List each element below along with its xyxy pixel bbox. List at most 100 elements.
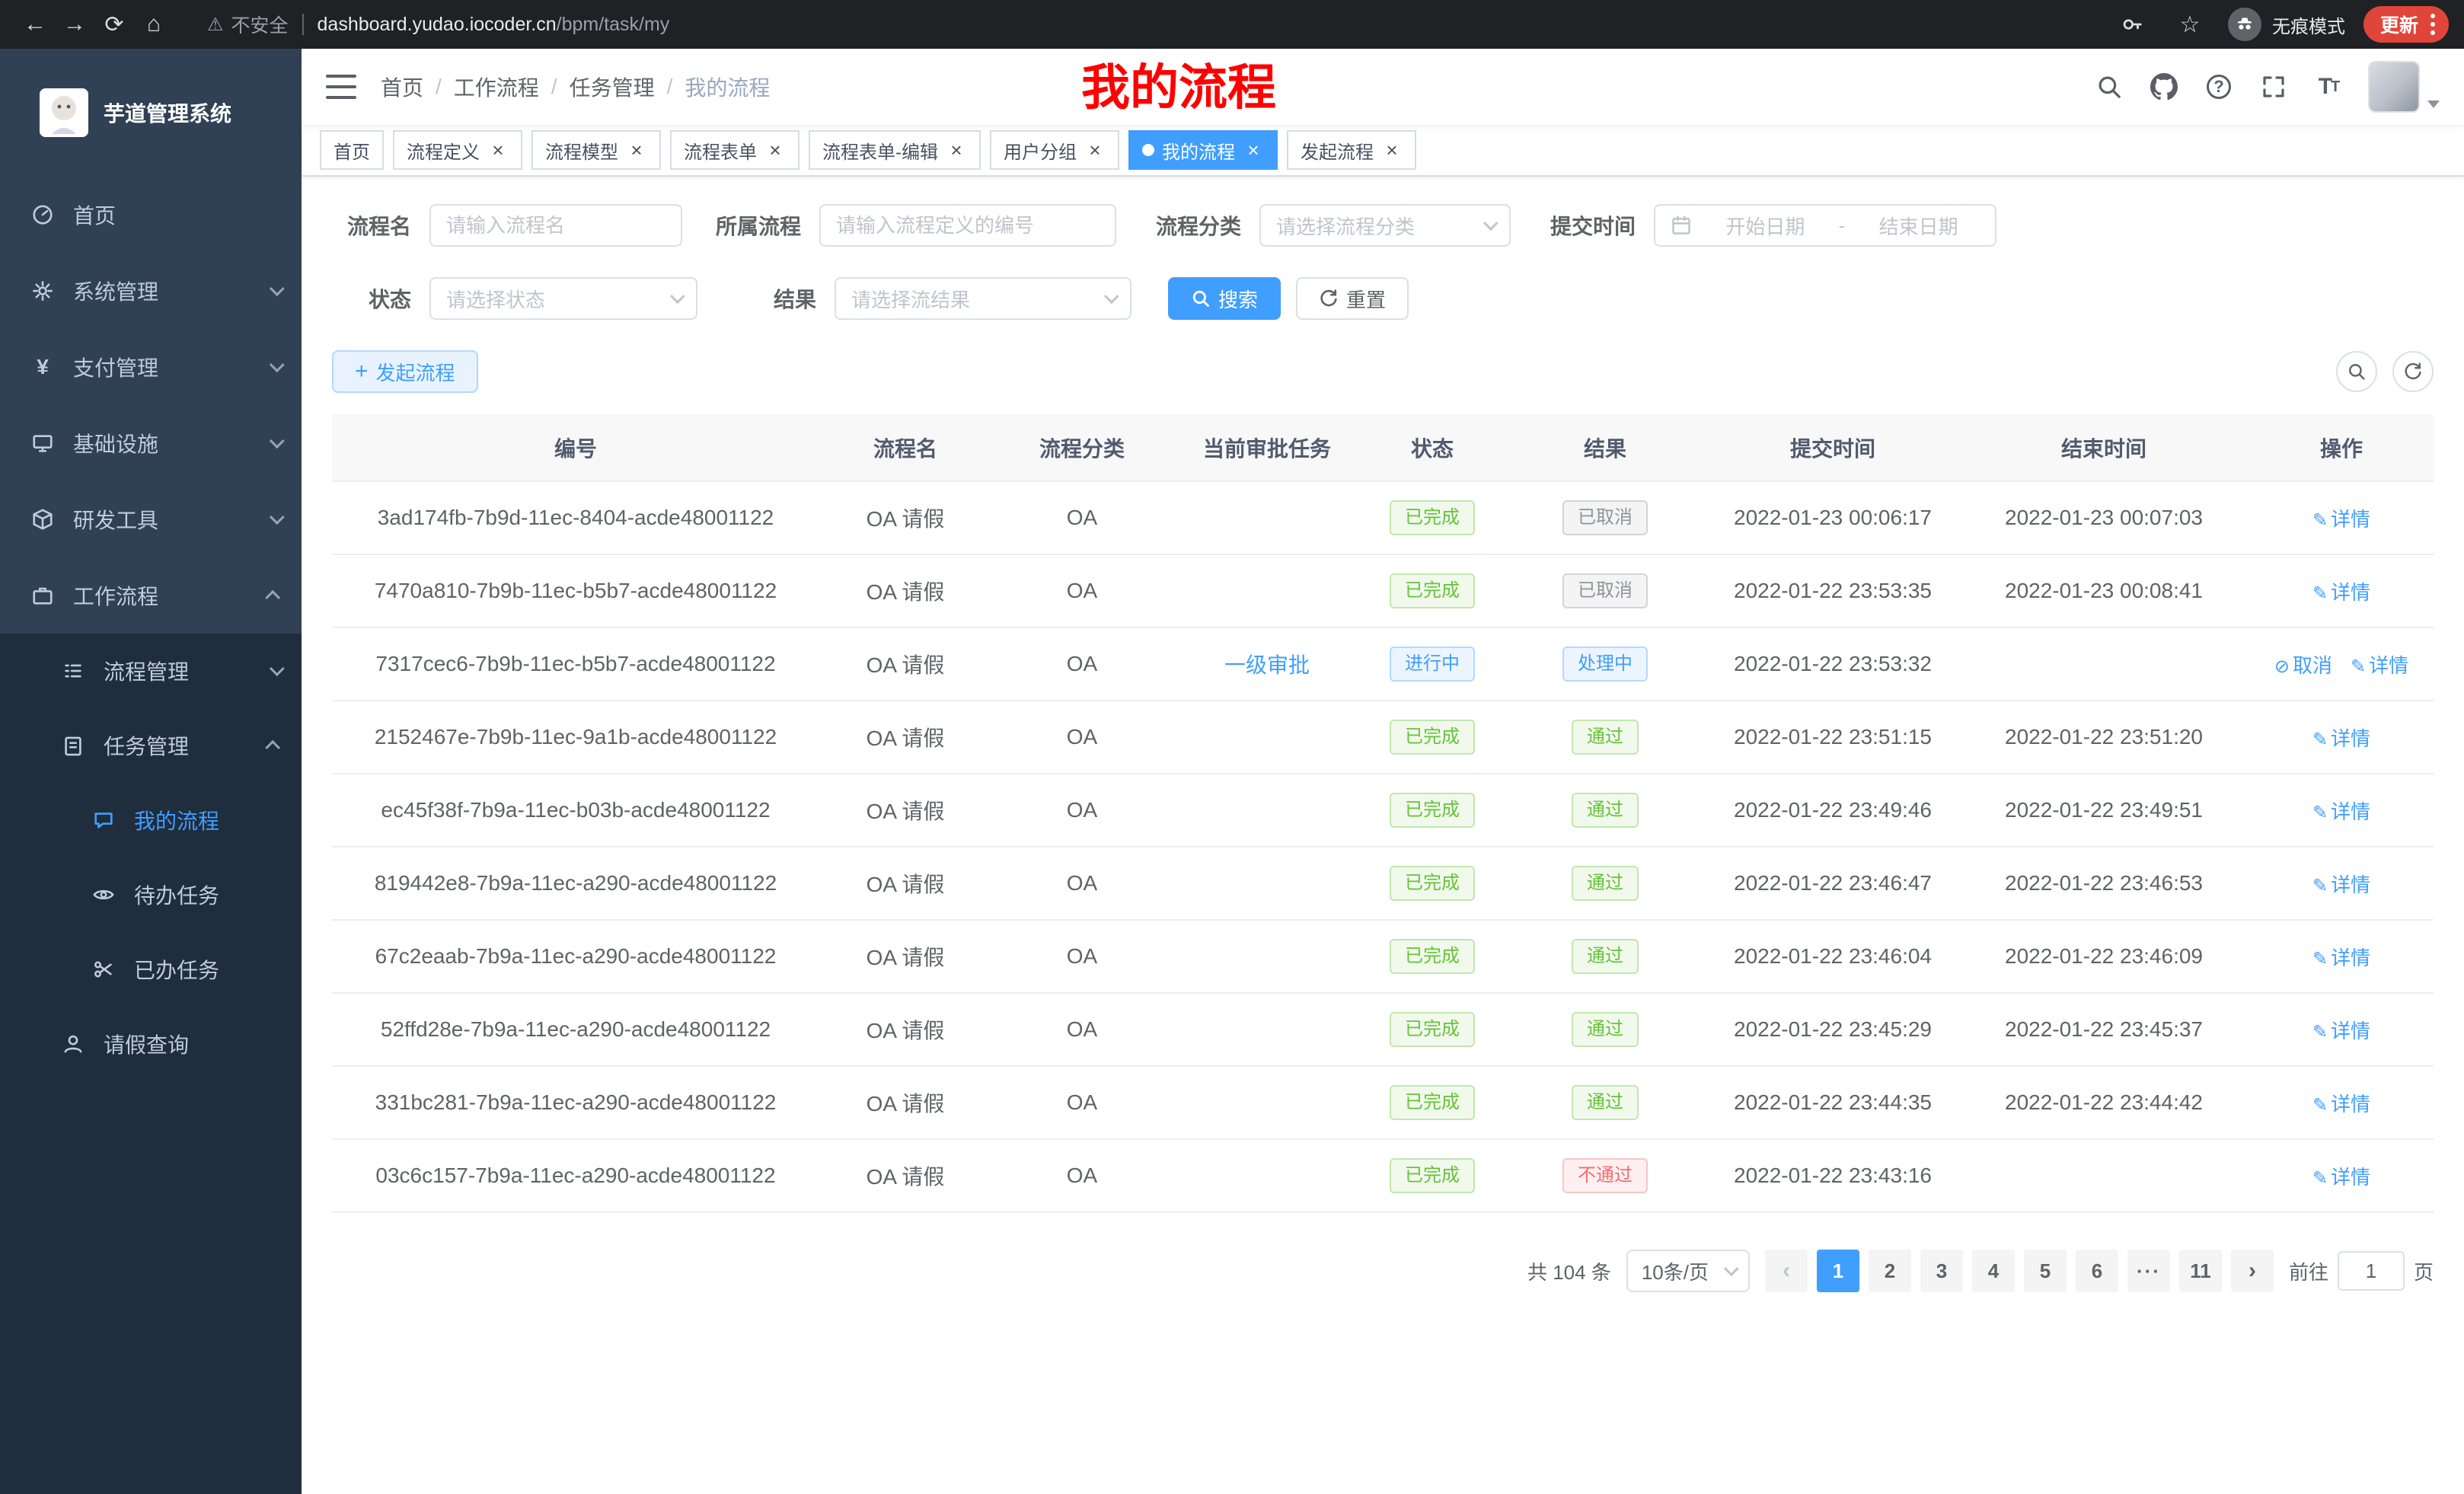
back-icon[interactable]: ← (15, 5, 55, 44)
process-category: OA (991, 554, 1173, 627)
fullscreen-icon[interactable] (2258, 72, 2289, 102)
hamburger-icon[interactable] (326, 75, 356, 99)
key-icon[interactable] (2112, 5, 2152, 44)
chevron-down-icon (2427, 101, 2440, 108)
view-tab[interactable]: 流程表单-编辑× (809, 130, 981, 170)
action-detail-link[interactable]: ✎详情 (2312, 1166, 2370, 1189)
process-name-input[interactable] (429, 204, 682, 247)
current-task-link[interactable]: 一级审批 (1224, 653, 1310, 677)
app-logo[interactable]: 芋道管理系统 (0, 49, 302, 177)
view-tab[interactable]: 流程模型 × (531, 130, 661, 170)
sidebar-item[interactable]: 我的流程 (0, 783, 302, 857)
close-icon[interactable]: × (626, 139, 647, 161)
view-tab[interactable]: 流程定义× (393, 130, 522, 170)
sidebar-item[interactable]: 基础设施 (0, 405, 302, 481)
prev-page-button[interactable]: ‹ (1765, 1250, 1808, 1292)
page-button[interactable]: 4 (1972, 1250, 2015, 1292)
status-select[interactable]: 请选择状态 (429, 277, 697, 320)
page-button[interactable]: 5 (2024, 1250, 2067, 1292)
close-icon[interactable]: × (1084, 139, 1106, 161)
sidebar-item[interactable]: 工作流程 (0, 557, 302, 634)
action-detail-link[interactable]: ✎详情 (2312, 800, 2370, 823)
search-button[interactable]: 搜索 (1168, 277, 1281, 320)
breadcrumb-item[interactable]: 首页 (381, 72, 423, 102)
page-size-select[interactable]: 10条/页 (1626, 1250, 1750, 1292)
help-icon[interactable]: ? (2204, 72, 2234, 102)
close-icon[interactable]: × (946, 139, 967, 161)
close-icon[interactable]: × (1381, 139, 1403, 161)
page-button[interactable]: 1 (1817, 1250, 1859, 1292)
sidebar-item-label: 任务管理 (104, 730, 189, 761)
status: 已完成 (1361, 774, 1503, 847)
pagination: 共 104 条 10条/页 ‹123456···11› 前往 页 (332, 1250, 2434, 1292)
action-detail-link[interactable]: ✎详情 (2312, 1093, 2370, 1116)
action-detail-link[interactable]: ✎详情 (2312, 508, 2370, 531)
view-tab[interactable]: 发起流程× (1287, 130, 1416, 170)
forward-icon[interactable]: → (55, 5, 94, 44)
close-icon[interactable]: × (1243, 139, 1264, 161)
goto-page-input[interactable] (2338, 1251, 2405, 1291)
column-header: 编号 (332, 414, 819, 481)
toggle-search-button[interactable] (2336, 351, 2377, 392)
goto-unit: 页 (2414, 1257, 2434, 1285)
process-def-input[interactable] (819, 204, 1116, 247)
update-button[interactable]: 更新 (2363, 6, 2449, 43)
sidebar-item[interactable]: 首页 (0, 177, 302, 253)
page-button[interactable]: 3 (1920, 1250, 1963, 1292)
home-icon[interactable]: ⌂ (134, 5, 174, 44)
action-detail-link[interactable]: ✎详情 (2312, 947, 2370, 969)
next-page-button[interactable]: › (2231, 1250, 2274, 1292)
process-name: OA 请假 (819, 554, 991, 627)
submit-time-range-picker[interactable]: 开始日期 - 结束日期 (1654, 204, 1996, 247)
sidebar-item[interactable]: 请假查询 (0, 1007, 302, 1081)
close-icon[interactable]: × (487, 139, 509, 161)
process-category: OA (991, 1066, 1173, 1139)
submit-time: 2022-01-22 23:53:32 (1707, 627, 1958, 701)
close-icon[interactable]: × (764, 139, 786, 161)
create-process-button[interactable]: + 发起流程 (332, 350, 478, 393)
refresh-icon[interactable]: ⟳ (94, 5, 134, 44)
submit-time-label: 提交时间 (1541, 210, 1636, 241)
sidebar-item[interactable]: 任务管理 (0, 708, 302, 783)
view-tab[interactable]: 我的流程 × (1128, 130, 1278, 170)
action-detail-link[interactable]: ✎详情 (2351, 654, 2408, 677)
page-button[interactable]: 11 (2179, 1250, 2222, 1292)
view-tab[interactable]: 用户分组× (990, 130, 1119, 170)
result-select[interactable]: 请选择流结果 (835, 277, 1131, 320)
category-select[interactable]: 请选择流程分类 (1259, 204, 1511, 247)
avatar[interactable] (2368, 61, 2420, 113)
sidebar-item[interactable]: 研发工具 (0, 481, 302, 557)
action-detail-link[interactable]: ✎详情 (2312, 1020, 2370, 1042)
address-bar[interactable]: ⚠ 不安全 dashboard.yudao.iocoder.cn/bpm/tas… (189, 3, 2097, 46)
action-label: 详情 (2331, 1093, 2370, 1116)
font-size-icon[interactable]: TT (2313, 72, 2344, 102)
bookmark-star-icon[interactable]: ☆ (2170, 5, 2210, 44)
refresh-table-button[interactable] (2392, 351, 2434, 392)
action-detail-link[interactable]: ✎详情 (2312, 581, 2370, 604)
more-pages-button[interactable]: ··· (2127, 1250, 2170, 1292)
sidebar-item[interactable]: 系统管理 (0, 253, 302, 329)
tab-label: 流程模型 (545, 137, 618, 164)
action-detail-link[interactable]: ✎详情 (2312, 727, 2370, 750)
action-detail-link[interactable]: ✎详情 (2312, 873, 2370, 896)
github-icon[interactable] (2149, 72, 2179, 102)
reset-button[interactable]: 重置 (1296, 277, 1409, 320)
page-button[interactable]: 6 (2076, 1250, 2118, 1292)
sidebar-item[interactable]: 待办任务 (0, 857, 302, 932)
action-cancel-link[interactable]: ⊘取消 (2274, 654, 2332, 677)
view-tab[interactable]: 首页 (320, 130, 384, 170)
sidebar-item[interactable]: 流程管理 (0, 634, 302, 708)
user-menu[interactable] (2368, 61, 2440, 113)
breadcrumb-item[interactable]: 工作流程 (454, 72, 539, 102)
menu-dots-icon[interactable] (2430, 14, 2435, 35)
sidebar-item[interactable]: 已办任务 (0, 932, 302, 1007)
result: 已取消 (1503, 554, 1707, 627)
page-button[interactable]: 2 (1869, 1250, 1911, 1292)
sidebar-item-label: 基础设施 (73, 428, 158, 458)
tab-label: 我的流程 (1162, 137, 1235, 164)
view-tab[interactable]: 流程表单× (670, 130, 800, 170)
search-icon[interactable] (2094, 72, 2124, 102)
status: 已完成 (1361, 1139, 1503, 1212)
breadcrumb-item[interactable]: 任务管理 (570, 72, 655, 102)
sidebar-item[interactable]: ¥支付管理 (0, 329, 302, 405)
